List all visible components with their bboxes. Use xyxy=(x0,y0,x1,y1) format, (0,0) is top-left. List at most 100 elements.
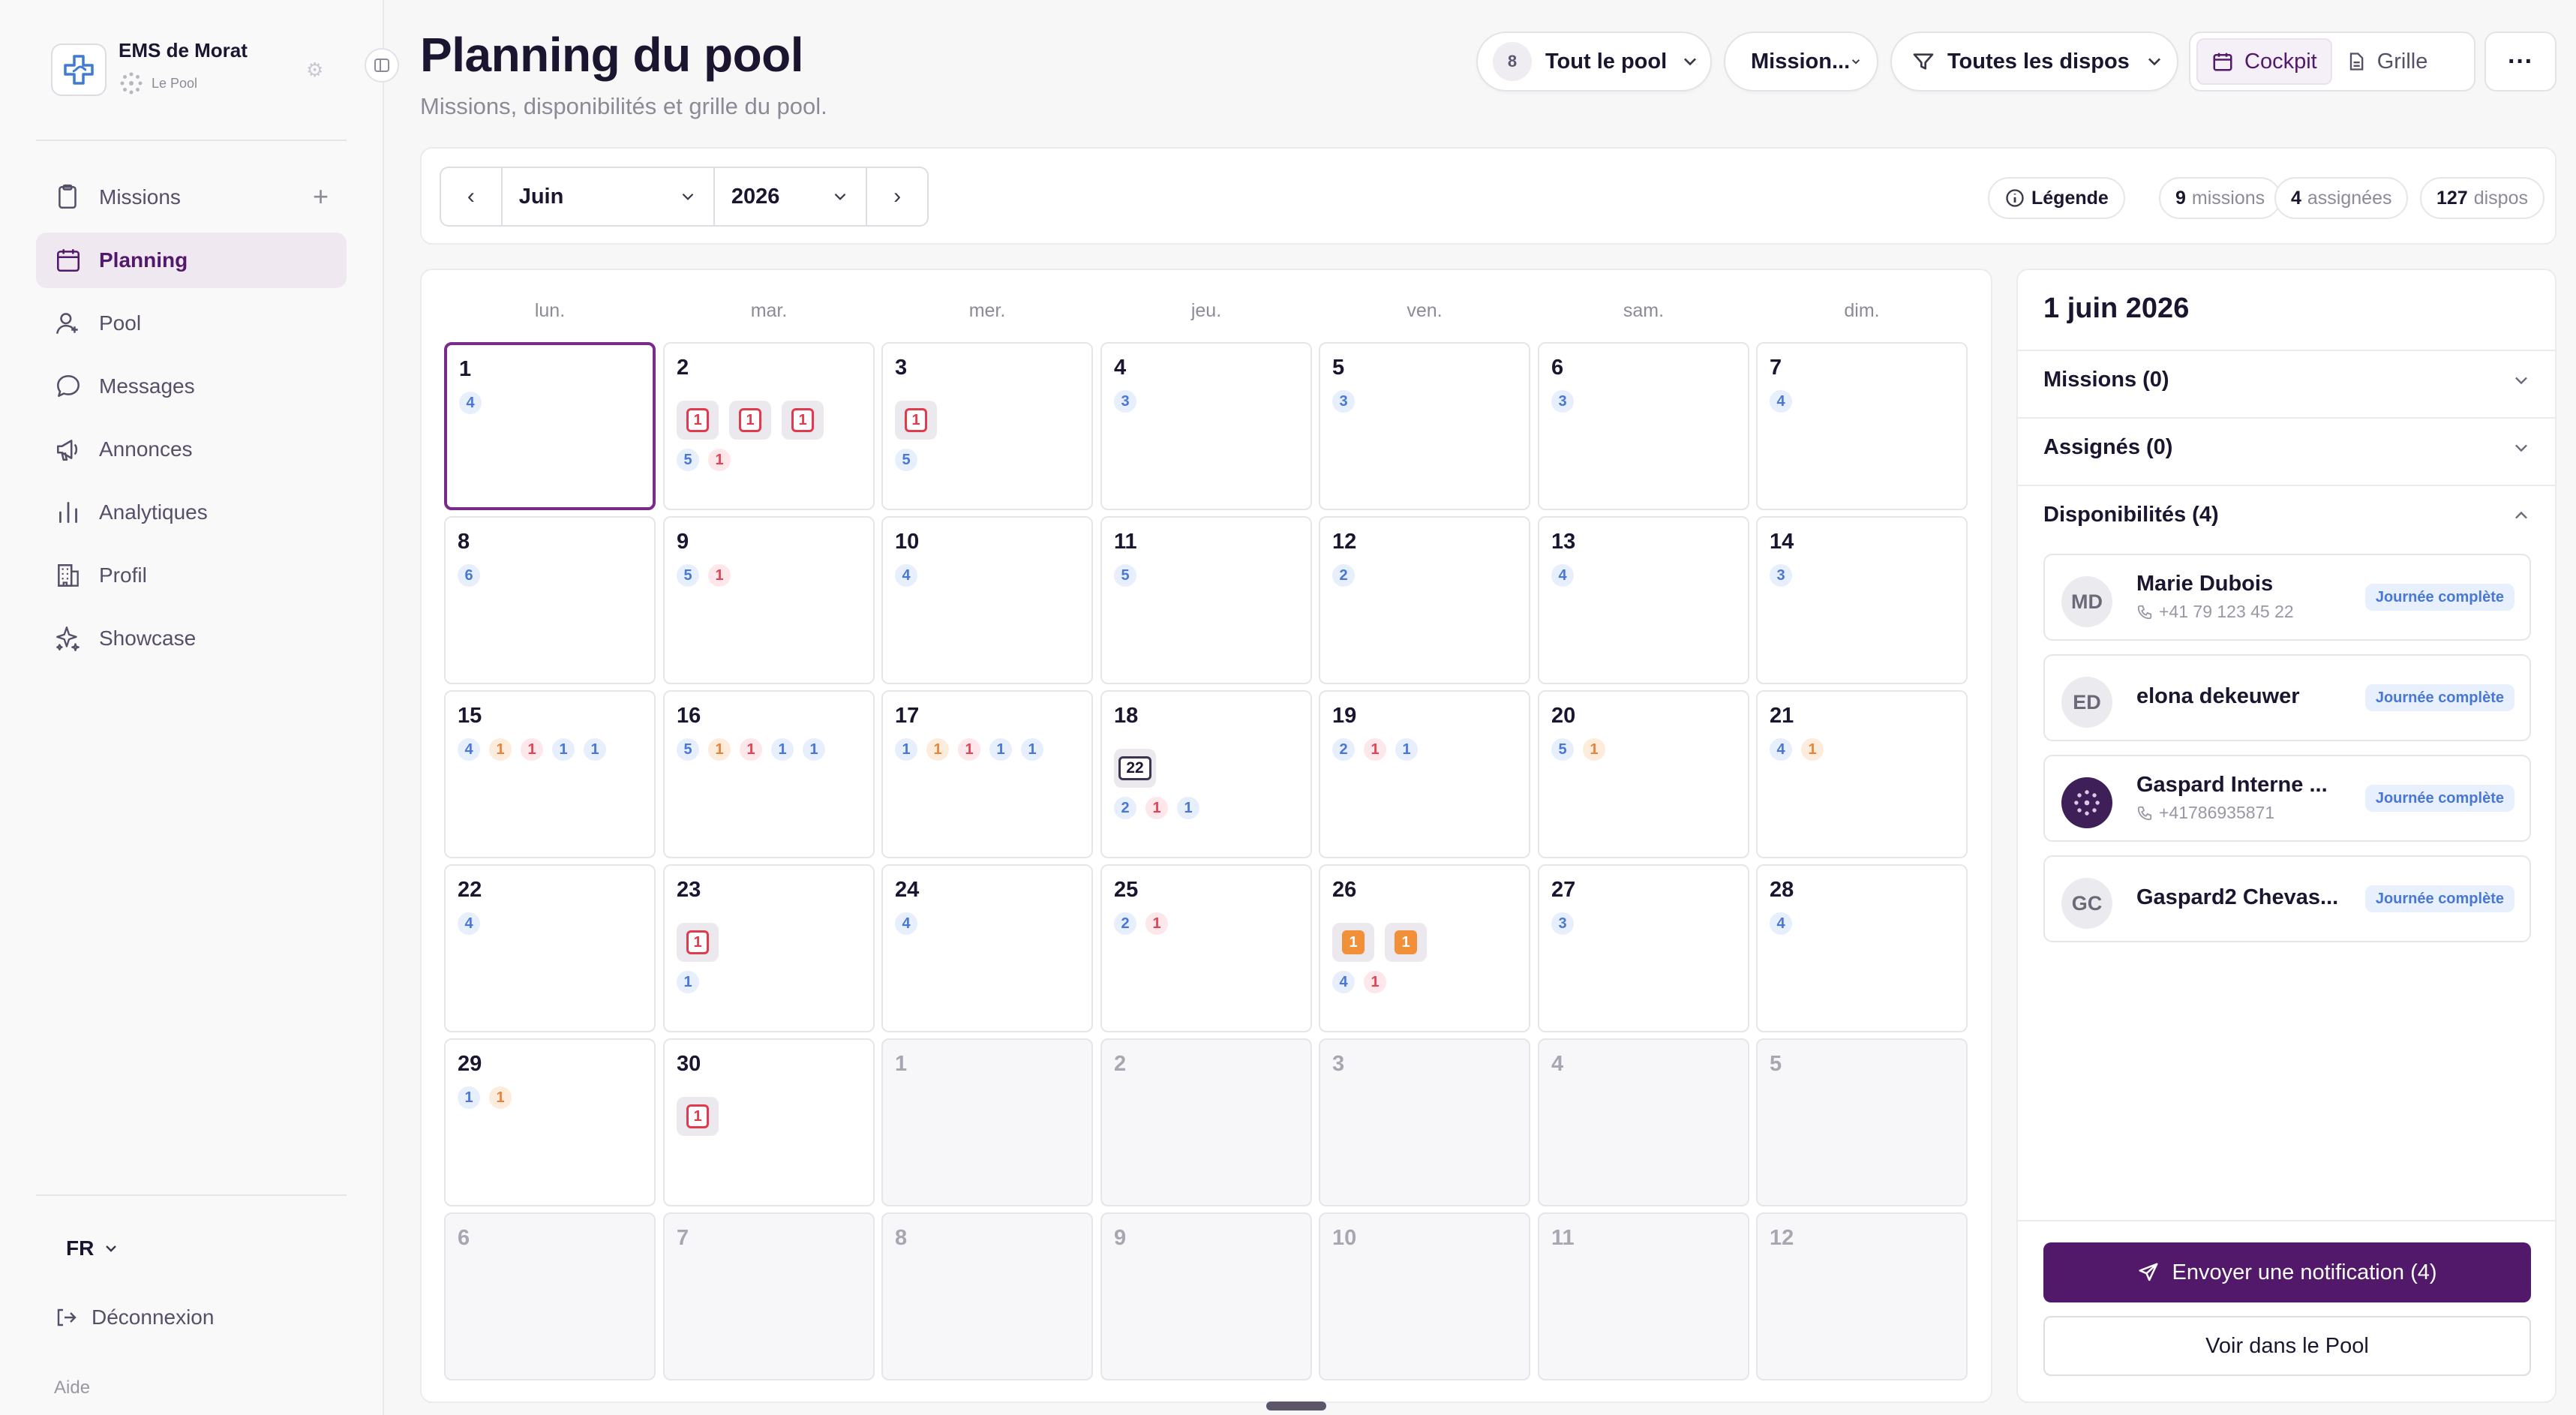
missions-accordion[interactable]: Missions (0) xyxy=(2043,368,2531,392)
dispo-person-card[interactable]: MD Marie Dubois +41 79 123 45 22 Journée co… xyxy=(2043,554,2531,641)
view-grille-button[interactable]: Grille xyxy=(2332,38,2442,85)
mission-marker[interactable]: 1 xyxy=(677,401,719,440)
calendar-day[interactable]: 14 xyxy=(444,342,656,510)
calendar-day-outside[interactable]: 6 xyxy=(444,1212,656,1380)
calendar-day[interactable]: 16 5 1 1 1 1 xyxy=(663,690,875,858)
next-month-button[interactable]: › xyxy=(867,168,927,225)
mission-marker[interactable]: 1 xyxy=(1385,923,1427,962)
sidebar-item-planning[interactable]: Planning xyxy=(36,233,347,288)
calendar-day[interactable]: 18 22 2 1 1 xyxy=(1100,690,1312,858)
calendar-day[interactable]: 25 2 1 xyxy=(1100,864,1312,1032)
sidebar-collapse-button[interactable] xyxy=(365,48,399,83)
calendar-day-outside[interactable]: 1 xyxy=(881,1038,1093,1206)
year-select[interactable]: 2026 xyxy=(713,168,868,225)
person-phone-value: +41786935871 xyxy=(2159,803,2275,822)
chevron-down-icon xyxy=(682,193,694,200)
calendar-day[interactable]: 86 xyxy=(444,516,656,684)
calendar-day[interactable]: 211151 xyxy=(663,342,875,510)
calendar-day[interactable]: 17 1 1 1 1 1 xyxy=(881,690,1093,858)
sidebar-item-missions[interactable]: Missions + xyxy=(36,170,347,225)
count-badge: 5 xyxy=(1551,738,1574,761)
dispo-person-card[interactable]: GC Gaspard2 Chevas... Journée complète xyxy=(2043,855,2531,942)
calendar-day[interactable]: 63 xyxy=(1538,342,1749,510)
calendar-day-outside[interactable]: 10 xyxy=(1319,1212,1530,1380)
calendar-day[interactable]: 22 4 xyxy=(444,864,656,1032)
count-badge: 4 xyxy=(1332,971,1355,993)
calendar-day-outside[interactable]: 12 xyxy=(1756,1212,1968,1380)
calendar-day-outside[interactable]: 9 xyxy=(1100,1212,1312,1380)
org-logo[interactable] xyxy=(51,44,107,96)
weekday-header: sam. xyxy=(1623,300,1665,321)
calendar-day[interactable]: 14 3 xyxy=(1756,516,1968,684)
dispo-person-card[interactable]: Gaspard Interne ... +41786935871 Journée c… xyxy=(2043,755,2531,842)
calendar-day[interactable]: 27 3 xyxy=(1538,864,1749,1032)
assigned-accordion[interactable]: Assignés (0) xyxy=(2043,435,2531,460)
more-options-button[interactable]: ··· xyxy=(2484,32,2556,92)
sidebar-item-profil[interactable]: Profil xyxy=(36,548,347,603)
calendar-day[interactable]: 19 2 1 1 xyxy=(1319,690,1530,858)
legend-button[interactable]: Légende xyxy=(1988,177,2125,219)
calendar-day[interactable]: 23 1 1 xyxy=(663,864,875,1032)
pool-filter-dropdown[interactable]: 8 Tout le pool xyxy=(1476,32,1712,92)
mission-marker[interactable]: 1 xyxy=(782,401,824,440)
dispos-accordion[interactable]: Disponibilités (4) xyxy=(2043,503,2531,527)
mission-marker[interactable]: 1 xyxy=(1332,923,1374,962)
calendar-day[interactable]: 53 xyxy=(1319,342,1530,510)
sparkles-icon xyxy=(56,626,80,651)
calendar-day[interactable]: 15 4 1 1 1 1 xyxy=(444,690,656,858)
logout-icon xyxy=(57,1308,77,1326)
mission-marker[interactable]: 1 xyxy=(895,401,937,440)
logout-button[interactable]: Déconnexion xyxy=(54,1305,214,1329)
help-link[interactable]: Aide xyxy=(54,1377,90,1398)
calendar-day-outside[interactable]: 7 xyxy=(663,1212,875,1380)
count-badge: 4 xyxy=(1770,738,1792,761)
calendar-day[interactable]: 11 5 xyxy=(1100,516,1312,684)
view-in-pool-button[interactable]: Voir dans le Pool xyxy=(2043,1316,2531,1376)
calendar-day[interactable]: 29 1 1 xyxy=(444,1038,656,1206)
send-notification-button[interactable]: Envoyer une notification (4) xyxy=(2043,1242,2531,1302)
calendar-day[interactable]: 43 xyxy=(1100,342,1312,510)
dispo-person-card[interactable]: ED elona dekeuwer Journée complète xyxy=(2043,654,2531,741)
calendar-day[interactable]: 10 4 xyxy=(881,516,1093,684)
badge-row: 51 xyxy=(677,449,731,471)
calendar-day[interactable]: 12 2 xyxy=(1319,516,1530,684)
calendar-day-outside[interactable]: 11 xyxy=(1538,1212,1749,1380)
calendar-day-outside[interactable]: 5 xyxy=(1756,1038,1968,1206)
weekday-header: lun. xyxy=(534,300,566,321)
prev-month-button[interactable]: ‹ xyxy=(441,168,501,225)
mission-filter-dropdown[interactable]: Mission... xyxy=(1724,32,1878,92)
dispo-filter-dropdown[interactable]: Toutes les dispos xyxy=(1890,32,2178,92)
gear-icon[interactable]: ⚙ xyxy=(306,59,323,82)
calendar-day-outside[interactable]: 2 xyxy=(1100,1038,1312,1206)
sidebar-item-showcase[interactable]: Showcase xyxy=(36,611,347,666)
calendar-day[interactable]: 30 1 xyxy=(663,1038,875,1206)
month-select[interactable]: Juin xyxy=(500,168,713,225)
calendar-day[interactable]: 24 4 xyxy=(881,864,1093,1032)
calendar-day-outside[interactable]: 4 xyxy=(1538,1038,1749,1206)
calendar-day[interactable]: 20 5 1 xyxy=(1538,690,1749,858)
mission-marker[interactable]: 1 xyxy=(729,401,771,440)
calendar-day[interactable]: 9 51 xyxy=(663,516,875,684)
count-badge: 4 xyxy=(1551,564,1574,587)
calendar-day-outside[interactable]: 3 xyxy=(1319,1038,1530,1206)
sidebar-item-annonces[interactable]: Annonces xyxy=(36,422,347,477)
calendar-day[interactable]: 21 4 1 xyxy=(1756,690,1968,858)
calendar-day[interactable]: 74 xyxy=(1756,342,1968,510)
scroll-handle[interactable] xyxy=(1266,1401,1326,1410)
sidebar-item-analytiques[interactable]: Analytiques xyxy=(36,485,347,540)
count-badge: 1 xyxy=(489,1086,512,1109)
mission-marker[interactable]: 1 xyxy=(677,1097,719,1136)
sidebar-item-messages[interactable]: Messages xyxy=(36,359,347,414)
language-selector[interactable]: FR xyxy=(66,1236,119,1260)
calendar-day[interactable]: 28 4 xyxy=(1756,864,1968,1032)
view-cockpit-button[interactable]: Cockpit xyxy=(2196,38,2332,85)
avatar: ED xyxy=(2061,677,2112,728)
calendar-day[interactable]: 13 4 xyxy=(1538,516,1749,684)
mission-marker[interactable]: 1 xyxy=(677,923,719,962)
mission-marker[interactable]: 22 xyxy=(1114,749,1156,788)
add-mission-button[interactable]: + xyxy=(313,183,329,210)
calendar-day-outside[interactable]: 8 xyxy=(881,1212,1093,1380)
sidebar-item-pool[interactable]: Pool xyxy=(36,296,347,351)
calendar-day[interactable]: 26 1 1 4 1 xyxy=(1319,864,1530,1032)
calendar-day[interactable]: 3 1 5 xyxy=(881,342,1093,510)
